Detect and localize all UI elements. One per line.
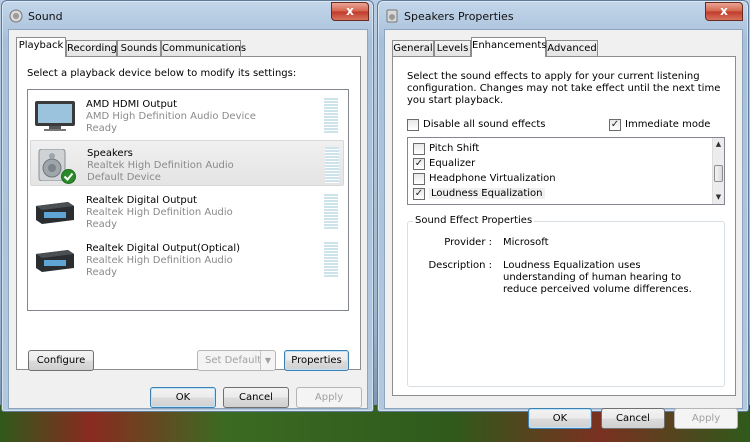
cancel-button[interactable]: Cancel — [601, 408, 665, 429]
speaker-title-icon — [386, 9, 398, 23]
disable-all-label: Disable all sound effects — [423, 119, 546, 130]
tab-general[interactable]: General — [392, 40, 434, 57]
playback-instruction: Select a playback device below to modify… — [27, 68, 297, 79]
effect-checkbox[interactable] — [413, 173, 425, 185]
effect-item-pitch-shift[interactable]: Pitch Shift — [408, 142, 714, 156]
ok-button[interactable]: OK — [528, 408, 592, 429]
sound-titlebar[interactable]: Sound x — [2, 1, 373, 29]
tab-recording[interactable]: Recording — [66, 40, 117, 57]
device-name: AMD HDMI Output — [86, 99, 178, 110]
tab-playback[interactable]: Playback — [16, 37, 66, 57]
sound-effect-properties-group: Sound Effect Properties Provider : Micro… — [407, 215, 725, 387]
sound-window: Sound x Playback Recording Sounds Commun… — [1, 0, 374, 412]
effect-checkbox[interactable] — [413, 143, 425, 155]
window-title: Sound — [28, 10, 63, 23]
description-value: Loudness Equalization uses understanding… — [503, 260, 692, 295]
close-button[interactable]: x — [331, 2, 369, 21]
device-status: Ready — [86, 123, 118, 134]
immediate-mode-checkbox[interactable]: ✓ — [609, 119, 621, 131]
effects-scrollbar[interactable]: ▲ ▼ — [712, 138, 724, 204]
device-driver: Realtek High Definition Audio — [87, 160, 234, 171]
effect-label: Headphone Virtualization — [429, 173, 556, 184]
provider-label: Provider : — [444, 237, 492, 248]
effect-checkbox[interactable]: ✓ — [413, 158, 425, 170]
immediate-mode-label: Immediate mode — [625, 119, 711, 130]
device-status: Default Device — [87, 172, 161, 183]
tab-advanced[interactable]: Advanced — [546, 40, 598, 57]
enhancements-instruction: Select the sound effects to apply for yo… — [407, 71, 721, 106]
scroll-down-icon[interactable]: ▼ — [713, 192, 724, 203]
speakers-titlebar[interactable]: Speakers Properties x — [378, 1, 748, 29]
configure-button[interactable]: Configure — [28, 350, 94, 371]
description-label: Description : — [428, 260, 492, 271]
volume-meter — [324, 242, 338, 278]
scroll-up-icon[interactable]: ▲ — [713, 139, 724, 150]
device-status: Ready — [86, 267, 118, 278]
digital-receiver-icon — [36, 202, 74, 224]
device-name: Realtek Digital Output — [86, 195, 197, 206]
chevron-down-icon[interactable]: ▼ — [260, 351, 275, 370]
apply-button[interactable]: Apply — [296, 387, 362, 408]
effect-item-loudness-equalization[interactable]: ✓ Loudness Equalization — [408, 187, 714, 201]
volume-meter — [324, 194, 338, 230]
sound-client-area: Playback Recording Sounds Communications… — [8, 29, 368, 409]
device-driver: Realtek High Definition Audio — [86, 207, 233, 218]
device-name: Realtek Digital Output(Optical) — [86, 243, 241, 254]
tab-communications[interactable]: Communications — [161, 40, 246, 57]
device-item-digital-output[interactable]: Realtek Digital Output Realtek High Defi… — [30, 188, 344, 234]
device-driver: AMD High Definition Audio Device — [86, 111, 256, 122]
speakers-properties-window: Speakers Properties x General Levels Enh… — [377, 0, 749, 429]
cancel-button[interactable]: Cancel — [223, 387, 289, 408]
close-button[interactable]: x — [705, 2, 743, 21]
group-title: Sound Effect Properties — [413, 215, 535, 226]
device-item-digital-optical[interactable]: Realtek Digital Output(Optical) Realtek … — [30, 236, 344, 282]
apply-button[interactable]: Apply — [674, 408, 738, 429]
effect-checkbox[interactable]: ✓ — [413, 188, 425, 200]
provider-value: Microsoft — [503, 237, 549, 248]
set-default-label: Set Default — [205, 355, 262, 366]
window-title: Speakers Properties — [404, 10, 514, 23]
effect-item-headphone-virtualization[interactable]: Headphone Virtualization — [408, 172, 714, 186]
properties-button[interactable]: Properties — [284, 350, 349, 371]
tab-levels[interactable]: Levels — [434, 40, 471, 57]
effect-item-equalizer[interactable]: ✓ Equalizer — [408, 157, 714, 171]
effect-label: Pitch Shift — [429, 143, 480, 154]
device-item-amd-hdmi[interactable]: AMD HDMI Output AMD High Definition Audi… — [30, 92, 344, 138]
effect-label: Equalizer — [429, 158, 476, 169]
tab-enhancements[interactable]: Enhancements — [471, 37, 546, 57]
speaker-title-icon — [9, 9, 23, 23]
ok-button[interactable]: OK — [150, 387, 216, 408]
tab-sounds[interactable]: Sounds — [117, 40, 161, 57]
enhancements-tab-page: Select the sound effects to apply for yo… — [392, 56, 736, 396]
volume-meter — [324, 98, 338, 134]
device-list[interactable]: AMD HDMI Output AMD High Definition Audi… — [27, 89, 349, 311]
set-default-button[interactable]: Set Default ▼ — [197, 350, 276, 371]
speakers-client-area: General Levels Enhancements Advanced Sel… — [384, 29, 743, 429]
default-check-icon — [61, 169, 76, 184]
effect-label: Loudness Equalization — [429, 188, 545, 199]
device-item-speakers[interactable]: Speakers Realtek High Definition Audio D… — [30, 140, 344, 186]
volume-meter — [325, 147, 339, 183]
device-name: Speakers — [87, 148, 133, 159]
device-status: Ready — [86, 219, 118, 230]
effects-list[interactable]: Pitch Shift ✓ Equalizer Headphone Virtua… — [407, 137, 725, 205]
digital-receiver-icon — [36, 250, 74, 272]
playback-tab-page: Select a playback device below to modify… — [16, 56, 361, 371]
device-driver: Realtek High Definition Audio — [86, 255, 233, 266]
disable-all-checkbox[interactable] — [407, 119, 419, 131]
scroll-thumb[interactable] — [714, 165, 723, 182]
monitor-icon — [35, 101, 75, 131]
